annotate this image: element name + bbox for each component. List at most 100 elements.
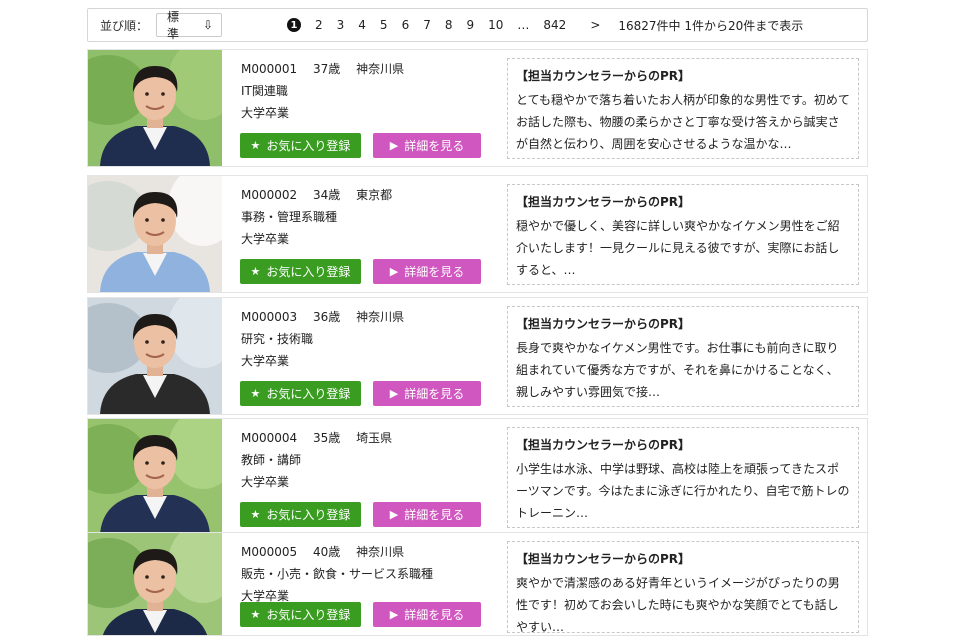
pr-title: 【担当カウンセラーからのPR】 [516, 69, 691, 83]
counselor-pr-box: 【担当カウンセラーからのPR】 小学生は水泳、中学は野球、高校は陸上を頑張ってき… [507, 427, 859, 528]
pr-text: 爽やかで清潔感のある好青年というイメージがぴったりの男性です！初めてお会いした時… [516, 576, 840, 634]
detail-button-label: 詳細を見る [404, 508, 465, 522]
pr-title: 【担当カウンセラーからのPR】 [516, 552, 691, 566]
favorite-button-label: お気に入り登録 [266, 508, 351, 522]
page-link[interactable]: 10 [488, 18, 503, 32]
member-age: 35歳 [313, 431, 341, 445]
page-link[interactable]: 6 [402, 18, 410, 32]
pr-text: 穏やかで優しく、美容に詳しい爽やかなイケメン男性をご紹介いたします！一見クールに… [516, 219, 840, 277]
member-occupation: 研究・技術職 [241, 332, 314, 346]
profile-info: M000002 34歳 東京都 事務・管理系職種 大学卒業 [241, 184, 481, 250]
favorite-button-label: お気に入り登録 [266, 265, 351, 279]
member-occupation: 事務・管理系職種 [241, 210, 338, 224]
member-occupation: 教師・講師 [241, 453, 302, 467]
member-age: 37歳 [313, 62, 341, 76]
star-icon: ★ [250, 265, 261, 278]
star-icon: ★ [250, 508, 261, 521]
sort-label: 並び順： [100, 18, 149, 33]
detail-button[interactable]: ▶ 詳細を見る [373, 381, 481, 406]
play-triangle-icon: ▶ [389, 608, 399, 621]
favorite-button[interactable]: ★ お気に入り登録 [240, 259, 361, 284]
profile-card: M000005 40歳 神奈川県 販売・小売・飲食・サービス系職種 大学卒業 ★… [87, 532, 868, 636]
favorite-button[interactable]: ★ お気に入り登録 [240, 602, 361, 627]
star-icon: ★ [250, 139, 261, 152]
profile-photo[interactable] [88, 50, 222, 166]
play-triangle-icon: ▶ [389, 508, 399, 521]
sort-arrow-icon: ⇩ [202, 18, 214, 32]
profile-card: M000003 36歳 神奈川県 研究・技術職 大学卒業 ★ お気に入り登録 ▶… [87, 297, 868, 415]
member-occupation: 販売・小売・飲食・サービス系職種 [241, 567, 434, 581]
page-ellipsis: … [517, 18, 530, 32]
favorite-button-label: お気に入り登録 [266, 387, 351, 401]
page-link-current[interactable]: 1 [287, 18, 301, 32]
profile-info: M000005 40歳 神奈川県 販売・小売・飲食・サービス系職種 大学卒業 [241, 541, 481, 607]
member-id: M000003 [241, 310, 298, 324]
profile-info: M000001 37歳 神奈川県 IT関連職 大学卒業 [241, 58, 481, 124]
pagination: 1 2 3 4 5 6 7 8 9 10 … 842 > 16827件中 1件か… [287, 9, 803, 41]
member-id: M000005 [241, 545, 298, 559]
pr-title: 【担当カウンセラーからのPR】 [516, 317, 691, 331]
pr-text: 小学生は水泳、中学は野球、高校は陸上を頑張ってきたスポーツマンです。今はたまに泳… [516, 462, 850, 520]
page-link[interactable]: 9 [466, 18, 474, 32]
sort-select[interactable]: 標準 ⇩ [156, 10, 223, 41]
member-age: 36歳 [313, 310, 341, 324]
member-prefecture: 神奈川県 [356, 545, 405, 559]
profile-photo[interactable] [88, 176, 222, 292]
result-count: 16827件中 1件から20件まで表示 [618, 18, 804, 33]
play-triangle-icon: ▶ [389, 387, 399, 400]
profile-info: M000004 35歳 埼玉県 教師・講師 大学卒業 [241, 427, 481, 493]
member-id: M000002 [241, 188, 298, 202]
search-results: 並び順： 標準 ⇩ 1 2 3 4 5 6 7 8 9 10 … 842 > 1… [87, 8, 868, 42]
profile-photo[interactable] [88, 298, 222, 414]
detail-button-label: 詳細を見る [404, 139, 465, 153]
favorite-button[interactable]: ★ お気に入り登録 [240, 502, 361, 527]
member-id: M000004 [241, 431, 298, 445]
member-id: M000001 [241, 62, 298, 76]
member-education: 大学卒業 [241, 354, 290, 368]
member-occupation: IT関連職 [241, 84, 288, 98]
results-toolbar: 並び順： 標準 ⇩ 1 2 3 4 5 6 7 8 9 10 … 842 > 1… [87, 8, 868, 42]
favorite-button[interactable]: ★ お気に入り登録 [240, 133, 361, 158]
favorite-button-label: お気に入り登録 [266, 139, 351, 153]
profile-photo[interactable] [88, 419, 222, 535]
page-link[interactable]: 4 [358, 18, 366, 32]
favorite-button[interactable]: ★ お気に入り登録 [240, 381, 361, 406]
profile-card: M000001 37歳 神奈川県 IT関連職 大学卒業 ★ お気に入り登録 ▶ … [87, 49, 868, 167]
pr-text: 長身で爽やかなイケメン男性です。お仕事にも前向きに取り組まれていて優秀な方ですが… [516, 341, 839, 399]
member-age: 40歳 [313, 545, 341, 559]
next-page-button[interactable]: > [590, 18, 600, 32]
page-link[interactable]: 2 [315, 18, 323, 32]
detail-button[interactable]: ▶ 詳細を見る [373, 502, 481, 527]
page-link-last[interactable]: 842 [543, 18, 566, 32]
member-prefecture: 埼玉県 [356, 431, 393, 445]
play-triangle-icon: ▶ [389, 265, 399, 278]
star-icon: ★ [250, 608, 261, 621]
member-prefecture: 東京都 [356, 188, 393, 202]
sort-value: 標準 [167, 10, 180, 41]
detail-button-label: 詳細を見る [404, 387, 465, 401]
member-education: 大学卒業 [241, 106, 290, 120]
member-education: 大学卒業 [241, 232, 290, 246]
page-link[interactable]: 5 [380, 18, 388, 32]
star-icon: ★ [250, 387, 261, 400]
profile-info: M000003 36歳 神奈川県 研究・技術職 大学卒業 [241, 306, 481, 372]
profile-photo[interactable] [88, 533, 222, 635]
page-link[interactable]: 8 [445, 18, 453, 32]
detail-button-label: 詳細を見る [404, 608, 465, 622]
profile-card: M000004 35歳 埼玉県 教師・講師 大学卒業 ★ お気に入り登録 ▶ 詳… [87, 418, 868, 536]
detail-button[interactable]: ▶ 詳細を見る [373, 602, 481, 627]
pr-text: とても穏やかで落ち着いたお人柄が印象的な男性です。初めてお話した際も、物腰の柔ら… [516, 93, 850, 151]
page-link[interactable]: 7 [423, 18, 431, 32]
detail-button[interactable]: ▶ 詳細を見る [373, 133, 481, 158]
counselor-pr-box: 【担当カウンセラーからのPR】 爽やかで清潔感のある好青年というイメージがぴった… [507, 541, 859, 634]
play-triangle-icon: ▶ [389, 139, 399, 152]
counselor-pr-box: 【担当カウンセラーからのPR】 長身で爽やかなイケメン男性です。お仕事にも前向き… [507, 306, 859, 407]
profile-card: M000002 34歳 東京都 事務・管理系職種 大学卒業 ★ お気に入り登録 … [87, 175, 868, 293]
member-prefecture: 神奈川県 [356, 62, 405, 76]
detail-button-label: 詳細を見る [404, 265, 465, 279]
page-link[interactable]: 3 [337, 18, 345, 32]
counselor-pr-box: 【担当カウンセラーからのPR】 穏やかで優しく、美容に詳しい爽やかなイケメン男性… [507, 184, 859, 285]
pr-title: 【担当カウンセラーからのPR】 [516, 438, 691, 452]
detail-button[interactable]: ▶ 詳細を見る [373, 259, 481, 284]
member-age: 34歳 [313, 188, 341, 202]
